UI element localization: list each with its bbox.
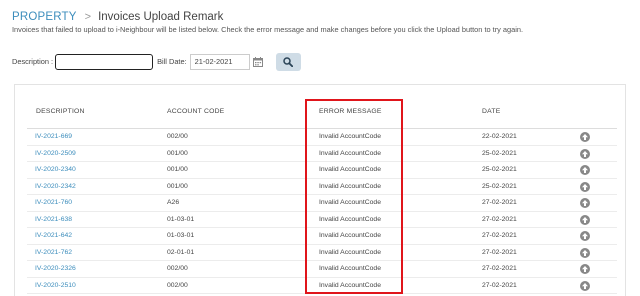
- row-date: 25-02-2021: [482, 182, 517, 190]
- column-header-description: DESCRIPTION: [36, 108, 85, 115]
- breadcrumb-separator: >: [84, 11, 92, 23]
- row-date: 22-02-2021: [482, 133, 517, 140]
- upload-arrow-icon[interactable]: [580, 214, 590, 225]
- page-title: Invoices Upload Remark: [98, 11, 224, 23]
- invoice-link[interactable]: IV-2021-642: [35, 228, 72, 245]
- invoice-link[interactable]: IV-2021-762: [35, 245, 72, 262]
- invoice-link[interactable]: IV-2020-2326: [35, 261, 76, 278]
- invoice-link[interactable]: IV-2021-638: [35, 212, 72, 229]
- upload-arrow-icon[interactable]: [580, 132, 590, 142]
- upload-arrow-icon[interactable]: [580, 165, 590, 175]
- row-date: 27-02-2021: [482, 265, 517, 272]
- row-date: 27-02-2021: [482, 248, 517, 256]
- account-code: 002/00: [167, 133, 188, 140]
- row-date: 25-02-2021: [482, 149, 517, 157]
- row-date: 27-02-2021: [482, 215, 517, 223]
- breadcrumb-root-link[interactable]: PROPERTY: [12, 11, 77, 23]
- upload-arrow-icon[interactable]: [580, 231, 590, 241]
- upload-arrow-icon[interactable]: [580, 280, 590, 291]
- invoice-link[interactable]: IV-2020-2510: [35, 278, 76, 295]
- column-header-account-code: ACCOUNT CODE: [167, 108, 225, 115]
- account-code: 02-01-01: [167, 248, 195, 256]
- invoice-link[interactable]: IV-2021-669: [35, 129, 72, 146]
- filter-bar: Description : Bill Date:: [12, 52, 301, 71]
- upload-arrow-icon[interactable]: [580, 264, 590, 274]
- page-description: Invoices that failed to upload to i-Neig…: [12, 25, 524, 34]
- account-code: 01-03-01: [167, 232, 195, 239]
- bill-date-input[interactable]: [189, 53, 250, 70]
- bill-date-label: Bill Date:: [157, 57, 187, 66]
- upload-arrow-icon[interactable]: [580, 148, 590, 159]
- description-label: Description :: [12, 57, 54, 66]
- invoice-link[interactable]: IV-2020-2509: [35, 146, 76, 163]
- invoice-link[interactable]: IV-2020-2340: [35, 162, 76, 179]
- row-date: 25-02-2021: [482, 166, 517, 173]
- column-header-date: DATE: [482, 108, 501, 115]
- calendar-icon[interactable]: [252, 56, 263, 67]
- search-button[interactable]: [275, 52, 301, 71]
- account-code: 01-03-01: [167, 215, 195, 223]
- row-date: 27-02-2021: [482, 232, 517, 239]
- account-code: 002/00: [167, 265, 188, 272]
- row-date: 27-02-2021: [482, 199, 517, 206]
- upload-arrow-icon[interactable]: [580, 198, 590, 208]
- invoice-link[interactable]: IV-2020-2342: [35, 179, 76, 196]
- error-column-highlight: [305, 99, 403, 294]
- upload-arrow-icon[interactable]: [580, 181, 590, 192]
- search-icon: [283, 56, 294, 67]
- invoice-link[interactable]: IV-2021-760: [35, 195, 72, 212]
- account-code: 001/00: [167, 182, 188, 190]
- breadcrumb: PROPERTY > Invoices Upload Remark: [12, 9, 223, 25]
- account-code: 002/00: [167, 281, 188, 289]
- description-input[interactable]: [55, 53, 154, 70]
- upload-arrow-icon[interactable]: [580, 247, 590, 258]
- account-code: 001/00: [167, 166, 188, 173]
- row-date: 27-02-2021: [482, 281, 517, 289]
- account-code: A26: [167, 199, 180, 206]
- account-code: 001/00: [167, 149, 188, 157]
